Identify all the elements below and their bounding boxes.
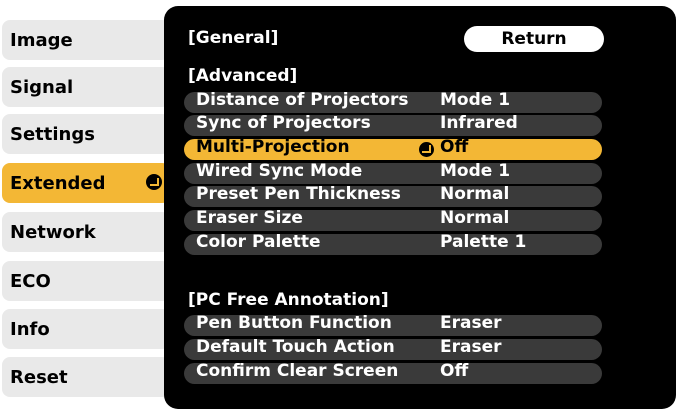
setting-row-wired-sync-mode[interactable]: Wired Sync Mode Mode 1	[184, 161, 602, 184]
setting-row-pen-button-function[interactable]: Pen Button Function Eraser	[184, 313, 602, 336]
section-advanced-heading: [Advanced]	[188, 66, 298, 86]
setting-value: Palette 1	[440, 232, 527, 252]
setting-label: Pen Button Function	[196, 313, 392, 333]
setting-value: Mode 1	[440, 161, 511, 181]
setting-value: Mode 1	[440, 90, 511, 110]
setting-label: Confirm Clear Screen	[196, 361, 399, 381]
menu-item-network[interactable]: Network	[2, 212, 170, 252]
setting-label: Sync of Projectors	[196, 113, 371, 133]
menu-item-extended[interactable]: Extended	[2, 163, 170, 203]
setting-label: Multi-Projection	[196, 137, 350, 157]
menu-item-label: Signal	[10, 76, 74, 98]
return-button[interactable]: Return	[464, 26, 604, 52]
setting-row-distance-of-projectors[interactable]: Distance of Projectors Mode 1	[184, 90, 602, 113]
setting-label: Preset Pen Thickness	[196, 184, 401, 204]
menu-item-signal[interactable]: Signal	[2, 67, 170, 107]
menu-item-settings[interactable]: Settings	[2, 114, 170, 154]
section-pc-free-annotation-heading: [PC Free Annotation]	[188, 290, 389, 310]
menu-item-eco[interactable]: ECO	[2, 261, 170, 301]
setting-value: Off	[440, 361, 469, 381]
menu-item-label: Network	[10, 221, 96, 243]
setting-row-default-touch-action[interactable]: Default Touch Action Eraser	[184, 337, 602, 360]
menu-item-label: Settings	[10, 123, 95, 145]
menu-item-info[interactable]: Info	[2, 309, 170, 349]
setting-value: Eraser	[440, 313, 502, 333]
setting-value: Normal	[440, 184, 510, 204]
setting-value: Eraser	[440, 337, 502, 357]
menu-item-label: ECO	[10, 270, 51, 292]
setting-row-eraser-size[interactable]: Eraser Size Normal	[184, 208, 602, 231]
setting-label: Distance of Projectors	[196, 90, 409, 110]
setting-value: Normal	[440, 208, 510, 228]
setting-row-multi-projection[interactable]: Multi-Projection Off	[184, 137, 602, 160]
menu-item-reset[interactable]: Reset	[2, 357, 170, 397]
enter-icon	[419, 142, 434, 157]
setting-row-color-palette[interactable]: Color Palette Palette 1	[184, 232, 602, 255]
setting-row-preset-pen-thickness[interactable]: Preset Pen Thickness Normal	[184, 184, 602, 207]
menu-item-label: Info	[10, 318, 50, 340]
setting-value: Infrared	[440, 113, 518, 133]
menu-item-label: Extended	[10, 172, 106, 194]
enter-icon	[146, 174, 162, 190]
setting-label: Color Palette	[196, 232, 321, 252]
projector-menu-screen: Image Signal Settings Extended Network E…	[0, 0, 678, 410]
setting-label: Wired Sync Mode	[196, 161, 363, 181]
menu-item-label: Reset	[10, 366, 68, 388]
menu-item-image[interactable]: Image	[2, 20, 170, 60]
setting-label: Default Touch Action	[196, 337, 395, 357]
section-general-heading: [General]	[188, 28, 279, 48]
setting-row-confirm-clear-screen[interactable]: Confirm Clear Screen Off	[184, 361, 602, 384]
menu-item-label: Image	[10, 29, 73, 51]
settings-panel: [General] Return [Advanced] Distance of …	[164, 6, 676, 409]
setting-row-sync-of-projectors[interactable]: Sync of Projectors Infrared	[184, 113, 602, 136]
setting-value: Off	[440, 137, 469, 157]
setting-label: Eraser Size	[196, 208, 303, 228]
